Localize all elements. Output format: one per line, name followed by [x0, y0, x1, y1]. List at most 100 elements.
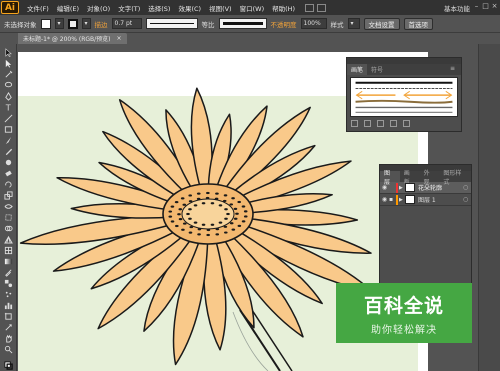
- brush-strokes-preview: [355, 81, 453, 113]
- menu-effect[interactable]: 效果(C): [174, 3, 205, 13]
- shape-builder-icon[interactable]: [3, 224, 13, 233]
- direct-selection-tool-icon[interactable]: [3, 59, 13, 68]
- seed-dot: [223, 194, 228, 197]
- pencil-tool-icon[interactable]: [3, 147, 13, 156]
- window-controls: – □ ×: [473, 2, 498, 11]
- stroke-weight-field[interactable]: 0.7 pt: [111, 18, 142, 29]
- seed-dot: [188, 217, 192, 220]
- tab-artboards[interactable]: 画板: [400, 170, 420, 186]
- tab-layers[interactable]: 图层: [380, 170, 400, 186]
- slice-tool-icon[interactable]: [3, 323, 13, 332]
- document-tab[interactable]: 未标题-1* @ 200% (RGB/预览) ×: [18, 33, 127, 44]
- hand-tool-icon[interactable]: [3, 334, 13, 343]
- type-tool-icon[interactable]: T: [3, 103, 13, 112]
- visibility-eye-icon[interactable]: ◉: [380, 196, 389, 203]
- rectangle-tool-icon[interactable]: [3, 125, 13, 134]
- delete-brush-icon[interactable]: [403, 120, 410, 127]
- close-tab-icon[interactable]: ×: [117, 35, 122, 42]
- width-tool-icon[interactable]: [3, 202, 13, 211]
- target-circle-icon[interactable]: ○: [463, 184, 471, 191]
- seed-dot: [215, 233, 220, 236]
- menu-edit[interactable]: 编辑(E): [53, 3, 83, 13]
- zoom-tool-icon[interactable]: [3, 345, 13, 354]
- fill-dropdown[interactable]: ▾: [54, 18, 64, 29]
- stroke-dropdown[interactable]: ▾: [81, 18, 91, 29]
- blend-tool-icon[interactable]: [3, 279, 13, 288]
- menu-select[interactable]: 选择(S): [144, 3, 174, 13]
- symbol-sprayer-icon[interactable]: [3, 290, 13, 299]
- panel-menu-icon[interactable]: ≡: [450, 65, 458, 72]
- layer-name[interactable]: 花朵轮廓: [418, 183, 463, 192]
- lock-icon[interactable]: ▪: [389, 196, 396, 203]
- seed-dot: [226, 212, 230, 216]
- seed-dot: [178, 218, 183, 221]
- menu-window[interactable]: 窗口(W): [236, 3, 269, 13]
- blob-brush-icon[interactable]: [3, 158, 13, 167]
- remove-brush-stroke-icon[interactable]: [364, 120, 371, 127]
- fill-stroke-swatches-icon[interactable]: [3, 361, 13, 370]
- selection-tool-icon[interactable]: [3, 48, 13, 57]
- rotate-tool-icon[interactable]: [3, 180, 13, 189]
- menu-file[interactable]: 文件(F): [23, 3, 53, 13]
- tab-brushes[interactable]: 画笔: [347, 64, 368, 75]
- tab-graphic-styles[interactable]: 图形样式: [439, 170, 471, 186]
- seed-dot: [193, 221, 198, 224]
- new-brush-icon[interactable]: [390, 120, 397, 127]
- scale-tool-icon[interactable]: [3, 191, 13, 200]
- preferences-button[interactable]: 首选项: [403, 17, 434, 30]
- target-circle-icon[interactable]: ○: [463, 196, 471, 203]
- minimize-icon[interactable]: –: [473, 2, 480, 11]
- fill-swatch[interactable]: [40, 18, 51, 29]
- tab-appearance[interactable]: 外观: [420, 170, 440, 186]
- free-transform-icon[interactable]: [3, 213, 13, 222]
- seed-dot: [168, 215, 173, 218]
- seed-dot: [168, 210, 173, 213]
- variable-width-profile[interactable]: [145, 18, 198, 29]
- menu-object[interactable]: 对象(O): [83, 3, 114, 13]
- layer-name[interactable]: 图层 1: [418, 195, 463, 204]
- brush-definition[interactable]: [218, 18, 267, 29]
- brush-library-preview[interactable]: [350, 77, 458, 117]
- paintbrush-tool-icon[interactable]: [3, 136, 13, 145]
- document-setup-button[interactable]: 文档设置: [363, 17, 400, 30]
- column-graph-icon[interactable]: [3, 301, 13, 310]
- seed-dot: [201, 223, 206, 226]
- brush-libraries-icon[interactable]: [351, 120, 358, 127]
- menu-view[interactable]: 视图(V): [205, 3, 236, 13]
- lasso-icon[interactable]: [3, 81, 13, 90]
- brush-options-icon[interactable]: [377, 120, 384, 127]
- layer-thumbnail: [405, 183, 415, 192]
- menu-type[interactable]: 文字(T): [114, 3, 144, 13]
- eyedropper-icon[interactable]: [3, 268, 13, 277]
- workspace-switcher[interactable]: 基本功能: [444, 3, 470, 13]
- style-dropdown[interactable]: ▾: [347, 18, 360, 29]
- document-tab-title: 未标题-1* @ 200% (RGB/预览): [23, 36, 111, 43]
- maximize-icon[interactable]: □: [482, 2, 489, 11]
- pen-tool-icon[interactable]: [3, 92, 13, 101]
- gradient-tool-icon[interactable]: [3, 257, 13, 266]
- magic-wand-icon[interactable]: [3, 70, 13, 79]
- mesh-tool-icon[interactable]: [3, 246, 13, 255]
- visibility-eye-icon[interactable]: ◉: [380, 184, 389, 191]
- bridge-icon[interactable]: [305, 3, 315, 12]
- seed-dot: [181, 228, 185, 231]
- tab-symbols[interactable]: 符号: [367, 64, 387, 75]
- seed-dot: [237, 200, 241, 204]
- opacity-field[interactable]: 100%: [300, 18, 327, 29]
- seed-dot: [196, 192, 201, 195]
- right-dock: [478, 44, 500, 371]
- seed-dot: [229, 203, 234, 206]
- stroke-swatch[interactable]: [67, 18, 78, 29]
- line-tool-icon[interactable]: [3, 114, 13, 123]
- seed-dot: [196, 197, 201, 200]
- opacity-label[interactable]: 不透明度: [271, 19, 297, 29]
- artboard-tool-icon[interactable]: [3, 312, 13, 321]
- arrange-documents-icon[interactable]: [317, 3, 327, 12]
- flower-center: [162, 183, 254, 245]
- layer-row[interactable]: ◉ ▪ ▶ 图层 1 ○: [380, 194, 471, 206]
- stroke-label[interactable]: 描边: [95, 19, 108, 29]
- perspective-grid-icon[interactable]: [3, 235, 13, 244]
- close-icon[interactable]: ×: [491, 2, 498, 11]
- menu-help[interactable]: 帮助(H): [268, 3, 299, 13]
- eraser-tool-icon[interactable]: [3, 169, 13, 178]
